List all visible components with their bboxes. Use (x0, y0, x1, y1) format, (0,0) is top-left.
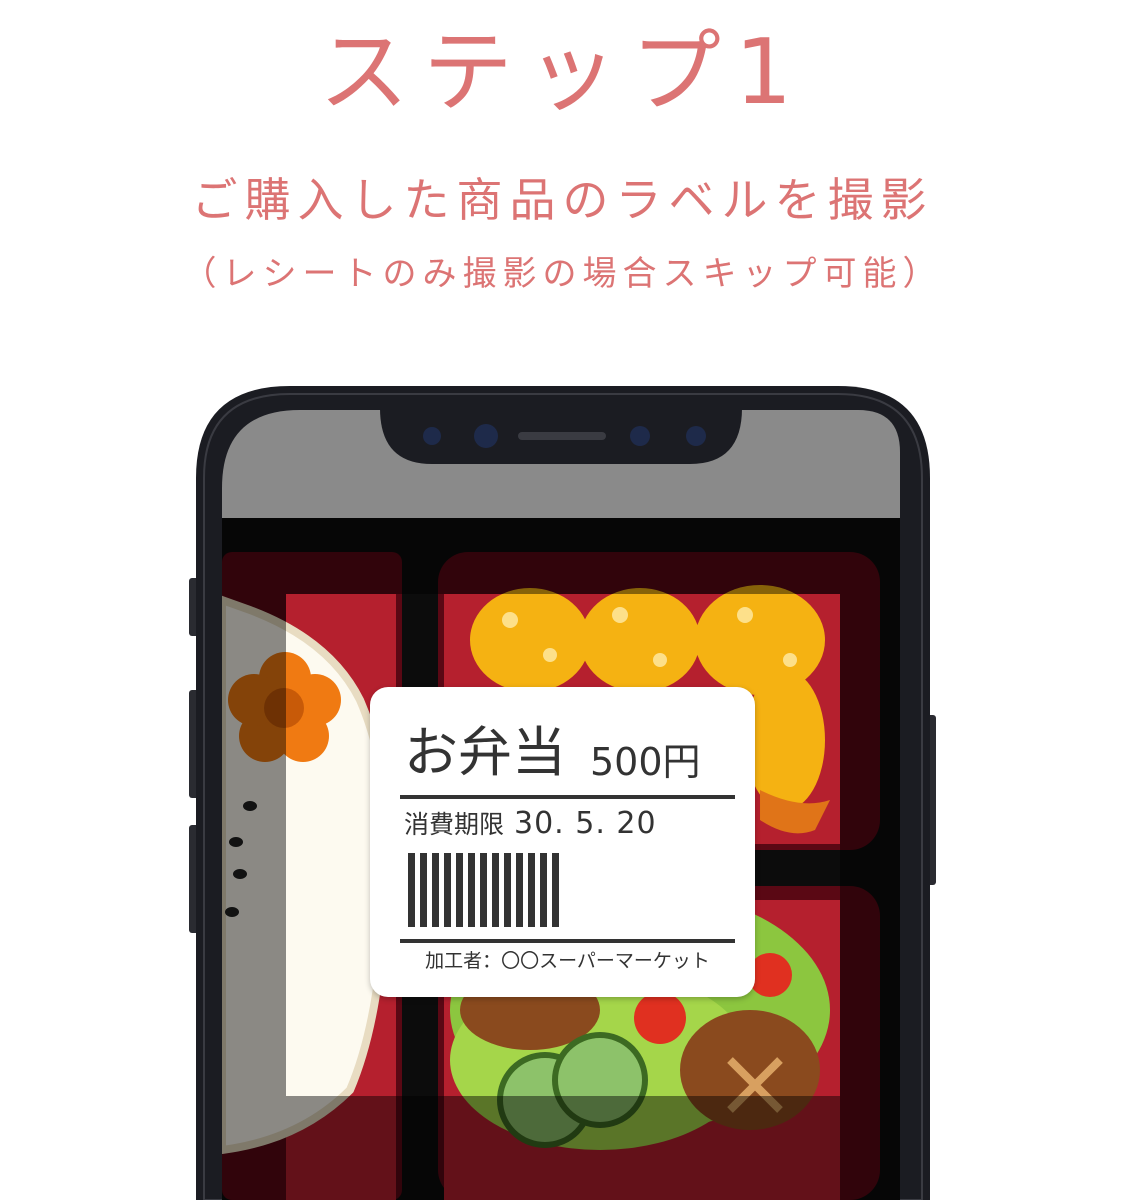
product-price: 500円 (590, 740, 701, 784)
phone-illustration (189, 386, 936, 1200)
divider (400, 939, 735, 943)
processor-info: 加工者：〇〇スーパーマーケット (425, 950, 710, 972)
sensor-icon (423, 427, 441, 445)
barcode-icon (408, 853, 559, 927)
product-name: お弁当 (404, 721, 566, 784)
front-camera-icon (474, 424, 498, 448)
expiry-label: 消費期限 (404, 810, 505, 839)
sensor-icon (630, 426, 650, 446)
divider (400, 795, 735, 799)
expiry-date: 30. 5. 20 (514, 806, 657, 841)
speaker-grille (518, 432, 606, 440)
product-label: お弁当 500円 消費期限 30. 5. 20 加工者：〇〇スーパーマーケット (370, 687, 755, 997)
sensor-icon (686, 426, 706, 446)
